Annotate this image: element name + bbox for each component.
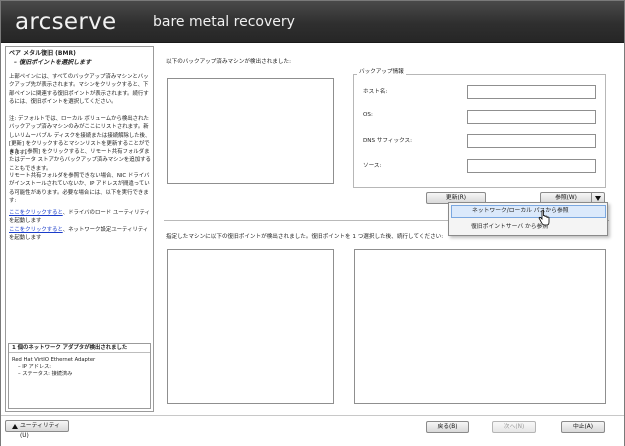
recovery-point-details — [354, 249, 606, 404]
browse-menu: ネットワーク/ローカル パスから参照 復旧ポイントサーバ から参照 — [448, 202, 608, 236]
chevron-up-icon — [12, 424, 18, 429]
adapter-name: Red Hat VirtIO Ethernet Adapter — [12, 357, 96, 363]
machine-list[interactable] — [167, 78, 334, 184]
header-bar: arcserve bare metal recovery — [1, 1, 624, 43]
bmr-window: arcserve bare metal recovery ベア メタル復旧 (B… — [0, 0, 625, 446]
source-field[interactable] — [467, 159, 596, 173]
network-utility-line: ここをクリックすると、ネットワーク設定ユーティリティを起動します — [9, 226, 152, 243]
network-adapter-box: 1 個のネットワーク アダプタが検出されました Red Hat VirtIO E… — [8, 343, 151, 409]
driver-utility-link[interactable]: ここをクリックすると — [9, 210, 63, 216]
instruction-text-1: 上部ペインには、すべてのバックアップ済みマシンとバックアップ先が表示されます。マ… — [9, 74, 149, 106]
instruction-text-3: また、[参照] をクリックすると、リモート共有フォルダまたはデータ ストアからバ… — [9, 149, 151, 172]
panel-title: ベア メタル復旧 (BMR) — [9, 50, 76, 57]
instructions-panel: ベア メタル復旧 (BMR) – 復旧ポイントを選択します 上部ペインには、すべ… — [5, 46, 154, 412]
network-adapter-header: 1 個のネットワーク アダプタが検出されました — [9, 344, 150, 353]
network-utility-link[interactable]: ここをクリックすると — [9, 227, 63, 233]
os-label: OS: — [363, 112, 373, 118]
driver-utility-line: ここをクリックすると、ドライバのロード ユーティリティを起動します — [9, 209, 152, 226]
next-button[interactable]: 次へ(N) — [492, 421, 536, 433]
adapter-ip: – IP アドレス: — [18, 364, 52, 370]
app-title: bare metal recovery — [153, 14, 295, 30]
utility-button-label: ユーティリティ(U) — [20, 423, 60, 439]
back-button[interactable]: 戻る(B) — [426, 421, 469, 433]
utility-button[interactable]: ユーティリティ(U) — [5, 420, 69, 439]
menu-item-browse-network-path[interactable]: ネットワーク/ローカル パスから参照 — [451, 205, 606, 218]
machines-label: 以下のバックアップ済みマシンが検出されました: — [166, 59, 291, 65]
hand-cursor-icon — [538, 210, 550, 226]
recovery-points-label: 指定したマシンに以下の復旧ポイントが検出されました。復旧ポイントを 1 つ選択し… — [166, 234, 444, 240]
panel-subtitle: – 復旧ポイントを選択します — [14, 59, 92, 66]
chevron-down-icon — [595, 196, 601, 201]
menu-item-browse-rps[interactable]: 復旧ポイントサーバ から参照 — [451, 221, 606, 234]
arcserve-logo: arcserve — [15, 8, 116, 36]
brand-name: arcserve — [15, 9, 117, 35]
recovery-point-list[interactable] — [167, 249, 334, 404]
footer-bar: ユーティリティ(U) 戻る(B) 次へ(N) 中止(A) — [1, 415, 624, 446]
dns-suffix-label: DNS サフィックス: — [363, 138, 412, 144]
source-label: ソース: — [363, 163, 382, 169]
adapter-status: – ステータス: 接続済み — [18, 371, 73, 377]
dns-suffix-field[interactable] — [467, 134, 596, 148]
hostname-label: ホスト名: — [363, 89, 388, 95]
backup-info-legend: バックアップ情報 — [357, 68, 406, 76]
abort-button[interactable]: 中止(A) — [561, 421, 605, 433]
instruction-text-4: リモート共有フォルダを参照できない場合、NIC ドライバがインストールされていな… — [9, 173, 150, 205]
os-field[interactable] — [467, 110, 596, 124]
hostname-field[interactable] — [467, 85, 596, 99]
